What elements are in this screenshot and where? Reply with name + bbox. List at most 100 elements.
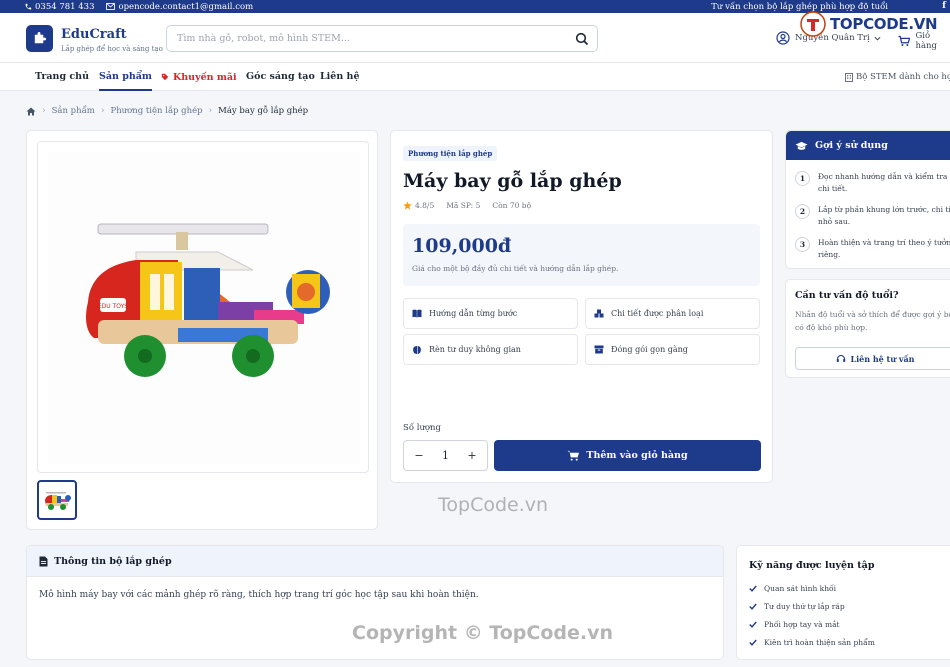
feature-label: Chi tiết được phân loại xyxy=(611,309,704,318)
check-icon xyxy=(749,639,757,646)
cubes-icon xyxy=(594,309,604,318)
age-advice-card: Cần tư vấn độ tuổi? Nhắn độ tuổi và sở t… xyxy=(785,279,950,378)
skill-text: Quan sát hình khối xyxy=(764,584,837,593)
feature-label: Hướng dẫn từng bước xyxy=(429,309,518,318)
product-thumbnail[interactable] xyxy=(37,480,77,520)
skill-item: Kiên trì hoàn thiện sản phẩm xyxy=(749,638,875,647)
product-rating: 4.8/5 xyxy=(415,201,435,210)
search-bar xyxy=(166,25,598,52)
check-icon xyxy=(749,585,757,592)
nav-item-home[interactable]: Trang chủ xyxy=(35,63,89,91)
box-icon xyxy=(594,345,604,354)
usage-guide-title: Gợi ý sử dụng xyxy=(815,140,888,151)
product-price: 109,000đ xyxy=(412,235,512,257)
quantity-stepper: − 1 + xyxy=(403,440,488,471)
topcode-logo-overlay: TOPCODE.VN xyxy=(800,11,940,37)
skill-text: Phối hợp tay và mắt xyxy=(764,620,840,629)
cart-icon xyxy=(567,450,580,461)
skill-text: Tư duy thứ tự lắp ráp xyxy=(764,602,845,611)
step-number: 1 xyxy=(795,171,810,186)
skill-text: Kiên trì hoàn thiện sản phẩm xyxy=(764,638,875,647)
nav-item-contact[interactable]: Liên hệ xyxy=(320,63,360,91)
feature-sorted-parts: Chi tiết được phân loại xyxy=(585,298,760,329)
headset-icon xyxy=(836,354,845,362)
email-address: opencode.contact1@gmail.com xyxy=(118,1,254,12)
quantity-value[interactable]: 1 xyxy=(442,449,449,462)
breadcrumb-current: Máy bay gỗ lắp ghép xyxy=(218,106,309,116)
nav-stem-text: Bộ STEM dành cho học sinh xyxy=(856,71,950,82)
price-box: 109,000đ Giá cho một bộ đầy đủ chi tiết … xyxy=(403,224,760,286)
graduation-cap-icon xyxy=(795,141,808,150)
skills-card: Kỹ năng được luyện tập Quan sát hình khố… xyxy=(736,545,950,660)
contact-advice-button[interactable]: Liên hệ tư vấn xyxy=(795,347,950,370)
search-icon[interactable] xyxy=(575,32,589,46)
nav-item-creative-corner[interactable]: Góc sáng tạo xyxy=(246,63,315,91)
watermark-center: TopCode.vn xyxy=(438,494,549,516)
add-to-cart-label: Thêm vào giỏ hàng xyxy=(586,450,688,461)
feature-label: Rèn tư duy không gian xyxy=(429,345,521,354)
tag-icon xyxy=(161,73,169,81)
add-to-cart-button[interactable]: Thêm vào giỏ hàng xyxy=(494,440,761,471)
feature-spatial-thinking: Rèn tư duy không gian xyxy=(403,334,578,365)
guide-step: 1 Đọc nhanh hướng dẫn và kiểm tra đủ chi… xyxy=(795,171,950,195)
guide-step: 2 Lắp từ phần khung lớn trước, chi tiết … xyxy=(795,204,950,228)
home-icon[interactable] xyxy=(26,107,36,116)
product-main-image[interactable]: EDU TOYS xyxy=(37,141,369,473)
wooden-helicopter-thumb-image xyxy=(45,492,71,510)
breadcrumb-category[interactable]: Phương tiện lắp ghép xyxy=(110,106,202,116)
description-title: Thông tin bộ lắp ghép xyxy=(54,555,172,567)
step-text: Lắp từ phần khung lớn trước, chi tiết nh… xyxy=(818,205,950,226)
skill-item: Tư duy thứ tự lắp ráp xyxy=(749,602,845,611)
breadcrumb-products[interactable]: Sản phẩm xyxy=(52,106,95,116)
step-text: Đọc nhanh hướng dẫn và kiểm tra đủ chi t… xyxy=(818,172,950,193)
step-number: 2 xyxy=(795,204,810,219)
contact-advice-label: Liên hệ tư vấn xyxy=(850,353,915,364)
quantity-decrease-button[interactable]: − xyxy=(412,449,426,462)
feature-label: Đóng gói gọn gàng xyxy=(611,345,688,354)
star-icon xyxy=(403,201,412,210)
nav-item-products[interactable]: Sản phẩm xyxy=(99,63,152,91)
product-gallery: EDU TOYS xyxy=(26,130,378,530)
nav-item-promotions[interactable]: Khuyến mãi xyxy=(161,63,237,91)
skill-item: Phối hợp tay và mắt xyxy=(749,620,840,629)
category-badge[interactable]: Phương tiện lắp ghép xyxy=(403,146,498,161)
product-title: Máy bay gỗ lắp ghép xyxy=(403,170,622,192)
product-meta: 4.8/5 Mã SP: 5 Còn 70 bộ xyxy=(403,201,543,210)
usage-guide-card: Gợi ý sử dụng 1 Đọc nhanh hướng dẫn và k… xyxy=(785,130,950,269)
document-icon xyxy=(39,556,48,566)
book-icon xyxy=(412,309,422,318)
breadcrumb-separator: › xyxy=(208,106,213,116)
breadcrumb: › Sản phẩm › Phương tiện lắp ghép › Máy … xyxy=(26,106,308,116)
topcode-emblem-icon xyxy=(800,11,826,37)
advice-title: Cần tư vấn độ tuổi? xyxy=(795,290,899,301)
check-icon xyxy=(749,621,757,628)
nav-stem-link[interactable]: Bộ STEM dành cho học sinh xyxy=(845,63,950,91)
brand-logo-icon[interactable] xyxy=(26,25,53,52)
brain-icon xyxy=(413,345,421,354)
email-contact[interactable]: opencode.contact1@gmail.com xyxy=(106,2,253,12)
watermark-copyright: Copyright © TopCode.vn xyxy=(352,622,614,644)
step-text: Hoàn thiện và trang trí theo ý tưởng riê… xyxy=(818,238,950,259)
nav-item-promotions-label: Khuyến mãi xyxy=(173,71,237,83)
phone-icon xyxy=(25,3,32,9)
breadcrumb-separator: › xyxy=(100,106,105,116)
phone-contact[interactable]: 0354 781 433 xyxy=(24,2,94,12)
usage-guide-header: Gợi ý sử dụng xyxy=(786,131,950,160)
skill-item: Quan sát hình khối xyxy=(749,584,836,593)
feature-step-guide: Hướng dẫn từng bước xyxy=(403,298,578,329)
brand-tagline: Lắp ghép để học và sáng tạo xyxy=(61,45,163,53)
svg-text:EDU TOYS: EDU TOYS xyxy=(98,303,128,310)
skills-title: Kỹ năng được luyện tập xyxy=(749,560,875,571)
quantity-increase-button[interactable]: + xyxy=(465,449,479,462)
user-circle-icon xyxy=(776,31,790,45)
advice-description: Nhắn độ tuổi và sở thích để được gợi ý b… xyxy=(795,310,950,332)
brand-name[interactable]: EduCraft xyxy=(61,27,127,42)
search-input[interactable] xyxy=(167,26,547,51)
feature-neat-packaging: Đóng gói gọn gàng xyxy=(585,334,760,365)
product-stock: Còn 70 bộ xyxy=(492,201,532,210)
topcode-logo-text: TOPCODE.VN xyxy=(830,15,938,33)
quantity-label: Số lượng xyxy=(403,423,441,433)
facebook-icon[interactable]: f xyxy=(942,1,946,11)
phone-number: 0354 781 433 xyxy=(35,1,95,12)
description-text: Mô hình máy bay với các mảnh ghép rõ ràn… xyxy=(39,590,479,600)
